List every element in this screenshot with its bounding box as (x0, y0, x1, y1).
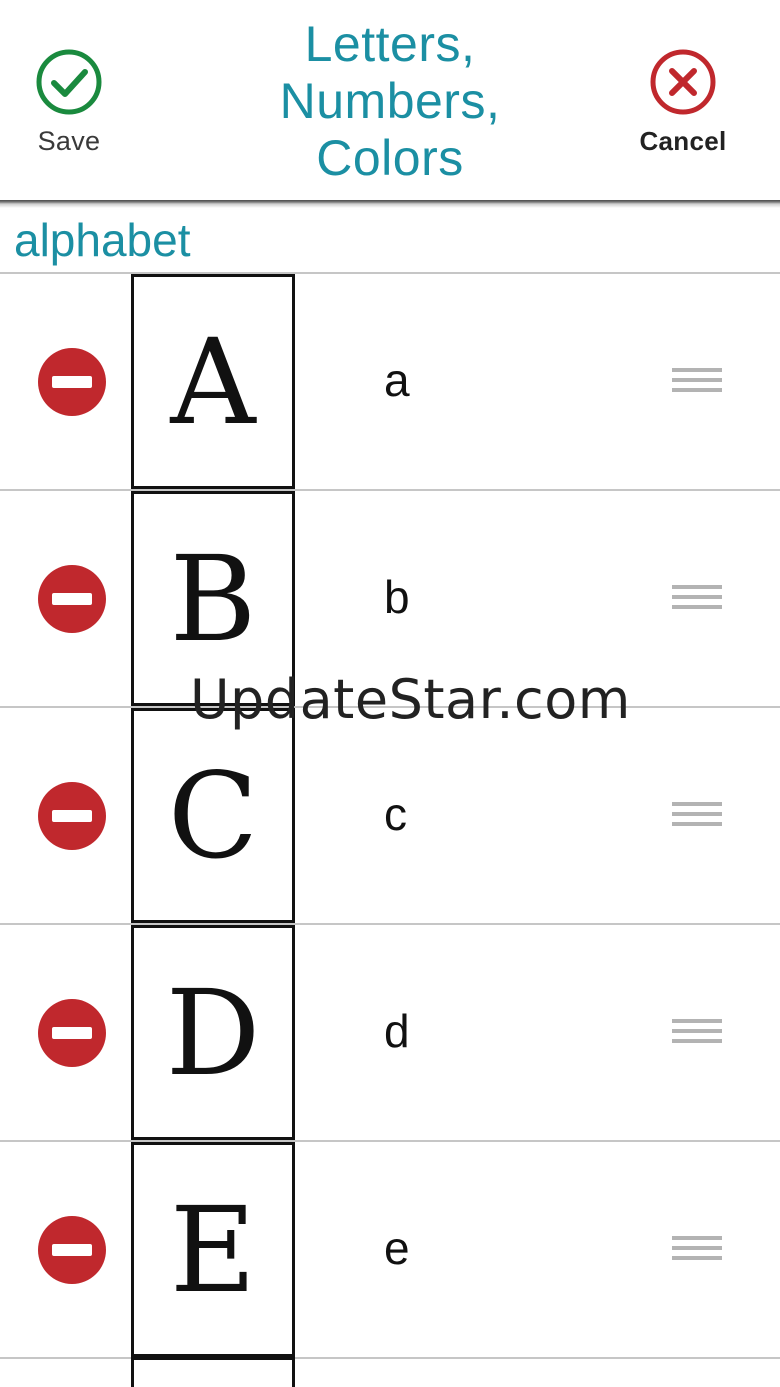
check-circle-icon (36, 49, 102, 115)
lowercase-letter: b (384, 571, 410, 623)
save-label: Save (37, 126, 101, 156)
uppercase-letter: C (167, 746, 259, 885)
title-line-1: Letters, (304, 16, 476, 72)
lowercase-letter: a (384, 354, 410, 406)
page-title: Letters, Numbers, Colors (200, 16, 580, 187)
title-line-3: Colors (316, 130, 464, 186)
letter-card[interactable]: E (131, 1142, 295, 1357)
drag-handle-icon[interactable] (672, 802, 722, 830)
uppercase-letter: E (169, 1180, 257, 1319)
minus-circle-icon[interactable] (38, 348, 106, 416)
list-item[interactable]: D d (0, 925, 780, 1142)
minus-circle-icon[interactable] (38, 999, 106, 1067)
letter-card[interactable]: B (131, 491, 295, 706)
section-label: alphabet (14, 214, 191, 266)
minus-circle-icon[interactable] (38, 782, 106, 850)
drag-handle-icon[interactable] (672, 1236, 722, 1264)
uppercase-letter: B (169, 529, 257, 668)
lowercase-letter: e (384, 1222, 410, 1274)
lowercase-letter: d (384, 1005, 410, 1057)
title-line-2: Numbers, (279, 73, 501, 129)
item-list: A a B b C c D d E e (0, 274, 780, 1359)
uppercase-letter: D (165, 963, 261, 1102)
drag-handle-icon[interactable] (672, 1019, 722, 1047)
letter-card[interactable]: C (131, 708, 295, 923)
letter-card[interactable]: A (131, 274, 295, 489)
drag-handle-icon[interactable] (672, 368, 722, 396)
uppercase-letter: A (170, 312, 256, 451)
top-bar: Save Letters, Numbers, Colors Cancel (0, 0, 780, 202)
drag-handle-icon[interactable] (672, 585, 722, 613)
minus-circle-icon[interactable] (38, 565, 106, 633)
cancel-button[interactable]: Cancel (628, 48, 738, 168)
letter-card[interactable] (131, 1357, 295, 1387)
x-circle-icon (650, 49, 716, 115)
lowercase-letter: c (384, 788, 407, 840)
minus-circle-icon[interactable] (38, 1216, 106, 1284)
letter-card[interactable]: D (131, 925, 295, 1140)
list-item[interactable]: E e (0, 1142, 780, 1359)
list-item-partial[interactable] (0, 1357, 780, 1387)
list-item[interactable]: C c (0, 708, 780, 925)
list-item[interactable]: A a (0, 274, 780, 491)
header-divider (0, 200, 780, 208)
save-button[interactable]: Save (14, 48, 124, 168)
cancel-label: Cancel (639, 126, 727, 156)
list-item[interactable]: B b (0, 491, 780, 708)
